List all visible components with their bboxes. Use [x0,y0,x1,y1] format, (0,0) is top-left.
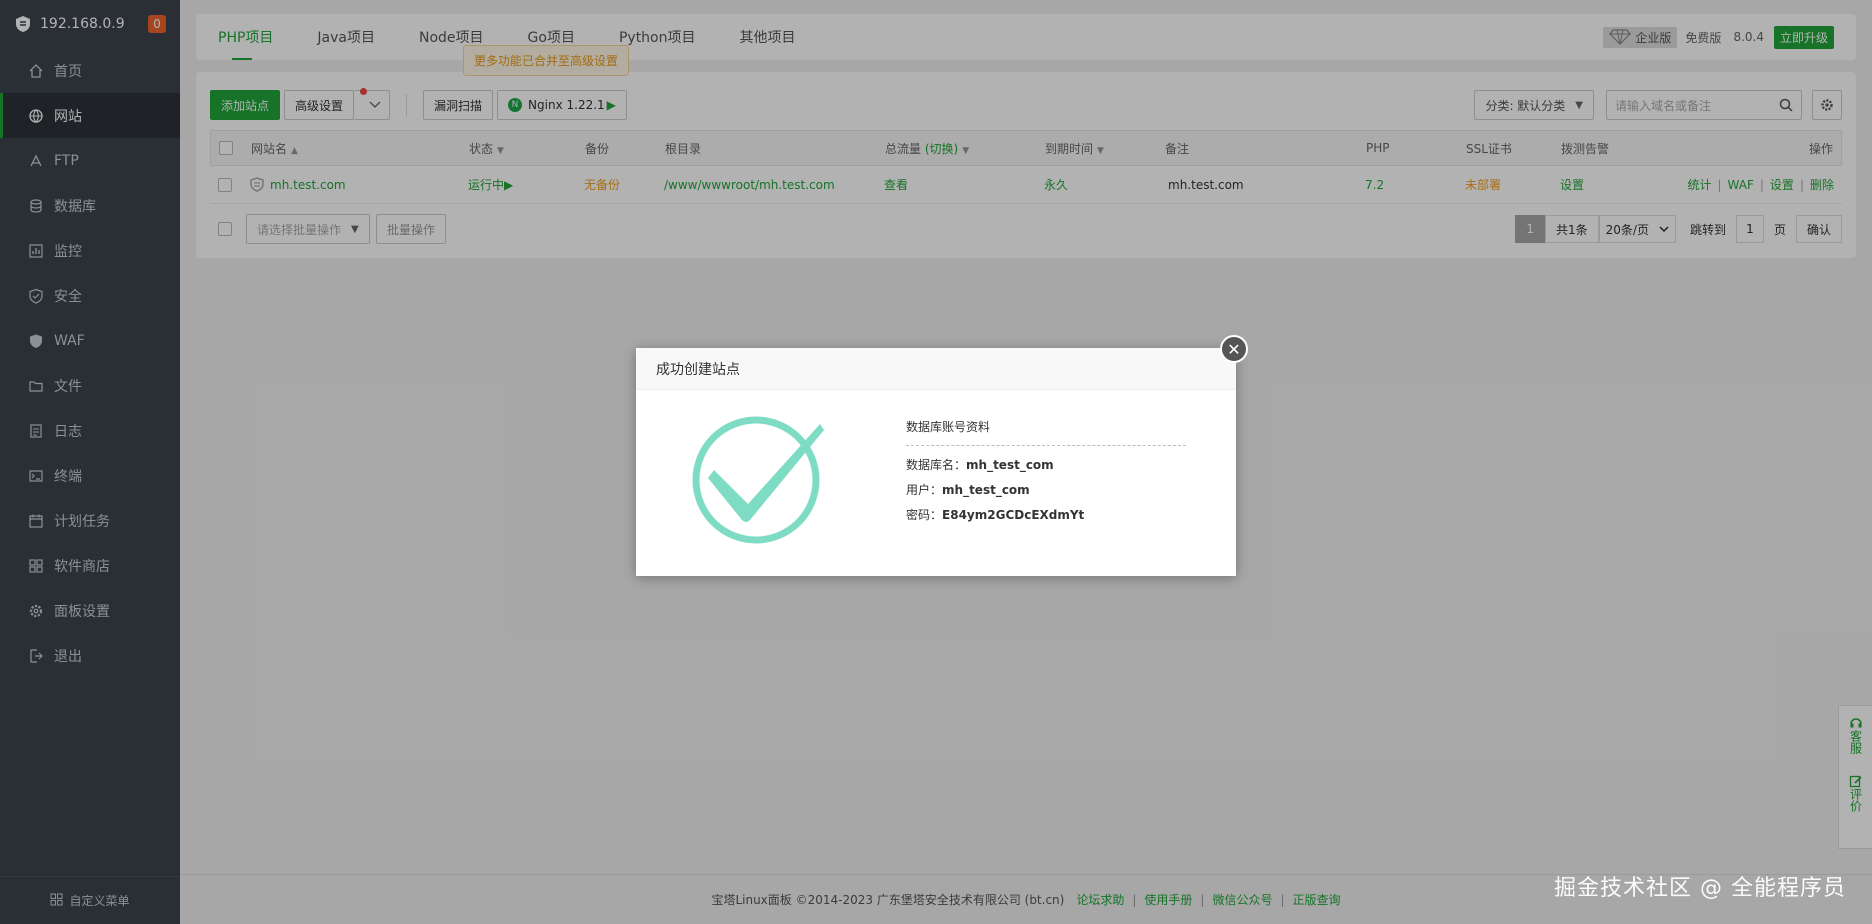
db-user-value: mh_test_com [942,483,1030,497]
modal-title: 成功创建站点 [636,348,1236,390]
database-info: 数据库账号资料 数据库名：mh_test_com 用户：mh_test_com … [906,418,1186,531]
db-password-value: E84ym2GCDcEXdmYt [942,508,1085,522]
db-password-line: 密码：E84ym2GCDcEXdmYt [906,506,1186,523]
success-modal: 成功创建站点 数据库账号资料 数据库名：mh_test_com 用户：mh_te… [636,348,1236,576]
db-user-line: 用户：mh_test_com [906,481,1186,498]
success-check-icon [692,416,824,544]
db-user-label: 用户： [906,483,943,497]
db-password-label: 密码： [906,508,943,522]
db-name-value: mh_test_com [966,458,1054,472]
watermark: 掘金技术社区 @ 全能程序员 [1554,876,1846,901]
db-name-line: 数据库名：mh_test_com [906,456,1186,473]
db-info-title: 数据库账号资料 [906,418,1186,446]
db-name-label: 数据库名： [906,458,967,472]
close-icon: ✕ [1227,339,1241,359]
close-modal-button[interactable]: ✕ [1220,335,1248,363]
